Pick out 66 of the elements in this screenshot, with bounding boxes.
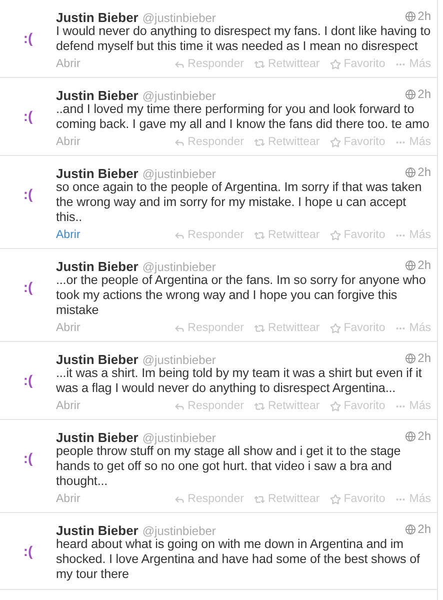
star-icon [330, 58, 341, 70]
timestamp[interactable]: 2h [418, 164, 431, 180]
author-handle[interactable]: @justinbieber [142, 166, 216, 182]
tweet-text: ...it was a shirt. Im being told by my team it was a shirt but even if it was a flag I would never do anything to disrespect Argentina... [56, 366, 423, 396]
timestamp[interactable]: 2h [418, 350, 431, 366]
author-handle[interactable]: @justinbieber [142, 430, 216, 446]
reply-icon [174, 494, 185, 504]
timestamp[interactable]: 2h [418, 428, 431, 444]
author-handle[interactable]: @justinbieber [142, 522, 216, 538]
retweet-icon [254, 58, 265, 70]
author-name[interactable]: Justin Bieber [56, 352, 138, 368]
author-handle[interactable]: @justinbieber [142, 10, 216, 26]
reply-icon [174, 58, 185, 70]
globe-icon [404, 88, 416, 100]
globe-icon [404, 166, 416, 178]
open-link[interactable]: Abrir [56, 493, 80, 505]
reply-icon [174, 230, 185, 240]
star-icon [330, 400, 341, 412]
author-name[interactable]: Justin Bieber [56, 522, 138, 538]
open-link[interactable]: Abrir [56, 58, 80, 70]
author-name[interactable]: Justin Bieber [56, 88, 138, 104]
tweet-text: I would never do anything to disrespect my fans. I dont like having to defend myself but this time it was needed as I mean no disrespect [56, 24, 431, 54]
globe-icon [404, 430, 416, 442]
reply-icon [174, 322, 185, 334]
star-icon [330, 230, 341, 240]
retweet-icon [254, 136, 265, 148]
globe-icon [404, 10, 416, 22]
author-handle[interactable]: @justinbieber [142, 88, 216, 104]
timestamp[interactable]: 2h [418, 257, 431, 273]
avatar: :( [22, 542, 34, 561]
globe-icon [404, 352, 416, 364]
avatar: :( [22, 185, 34, 204]
avatar: :( [22, 371, 34, 390]
star-icon [330, 322, 341, 334]
author-name[interactable]: Justin Bieber [56, 430, 138, 446]
timestamp[interactable]: 2h [418, 8, 431, 24]
reply-icon [174, 400, 185, 412]
retweet-icon [254, 494, 265, 504]
retweet-icon [254, 230, 265, 240]
author-handle[interactable]: @justinbieber [142, 352, 216, 368]
tweet-text: heard about what is going on with me down in Argentina and im shocked. I love Argentina and have had some of the best shows of my tour there [56, 537, 421, 582]
globe-icon [404, 524, 416, 534]
avatar: :( [22, 107, 34, 126]
star-icon [330, 494, 341, 504]
tweet-text: people throw stuff on my stage all show and i get it to the stage hands to get off so no one got hurt. that video i saw a bra and thought... [56, 444, 402, 489]
tweet-text: so once again to the people of Argentina. Im sorry if that was taken the wrong way and im sorry for my mistake. I hope u can accept this.. [56, 180, 423, 225]
retweet-icon [254, 400, 265, 412]
open-link[interactable]: Abrir [56, 229, 80, 241]
globe-icon [404, 260, 416, 270]
author-name[interactable]: Justin Bieber [56, 258, 138, 274]
author-handle[interactable]: @justinbieber [142, 258, 216, 274]
reply-icon [174, 136, 185, 148]
retweet-icon [254, 322, 265, 334]
avatar: :( [22, 278, 34, 297]
author-name[interactable]: Justin Bieber [56, 166, 138, 182]
open-link[interactable]: Abrir [56, 136, 80, 148]
avatar: :( [22, 449, 34, 468]
tweet-text: ...or the people of Argentina or the fans. Im so sorry for anyone who took my actions the wrong way and I hope you can forgive this mistake [56, 273, 427, 318]
tweet-text: ..and I loved my time there performing for you and look forward to coming back. I gave my all and I know the fans did there too. te amo [56, 102, 430, 132]
open-link[interactable]: Abrir [56, 322, 80, 334]
author-name[interactable]: Justin Bieber [56, 10, 138, 26]
timestamp[interactable]: 2h [418, 86, 431, 102]
star-icon [330, 136, 341, 148]
timestamp[interactable]: 2h [418, 521, 431, 537]
open-link[interactable]: Abrir [56, 400, 80, 412]
avatar: :( [22, 29, 34, 48]
